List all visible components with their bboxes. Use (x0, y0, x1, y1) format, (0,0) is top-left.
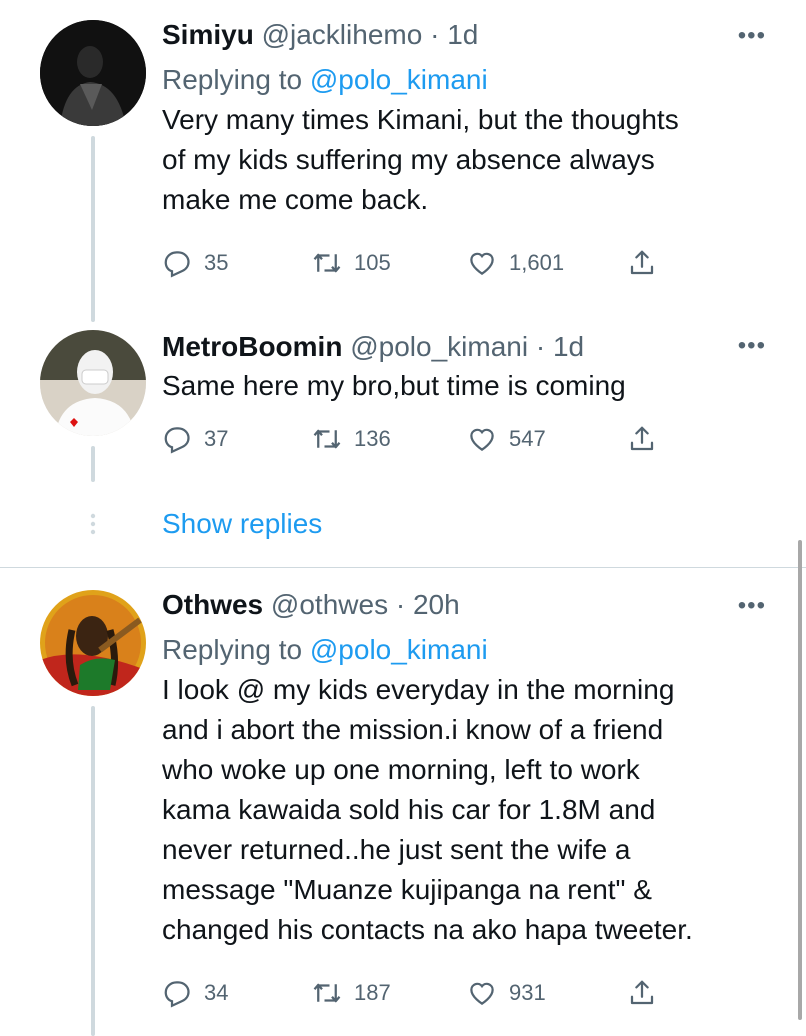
replying-to-link[interactable]: @polo_kimani (310, 64, 488, 95)
thread-line (91, 136, 95, 322)
retweet-icon (313, 429, 341, 449)
tweet-header: Othwes @othwes · 20h (162, 588, 766, 622)
avatar[interactable] (40, 330, 146, 436)
share-icon (630, 250, 654, 275)
timestamp[interactable]: 20h (413, 589, 460, 620)
tweet-metroboomin[interactable]: MetroBoomin @polo_kimani · 1d Same here … (0, 322, 806, 482)
reply-count: 34 (204, 980, 229, 1005)
show-replies-link[interactable]: Show replies (162, 508, 322, 540)
tweet-text: Very many times Kimani, but the thoughts… (162, 100, 766, 220)
like-button[interactable]: 931 (467, 978, 627, 1008)
like-count: 547 (509, 426, 546, 451)
tweet-text-line: I look @ my kids everyday in the morning (162, 674, 675, 705)
tweet-simiyu[interactable]: Simiyu @jacklihemo · 1d Replying to @pol… (0, 0, 806, 322)
tweet-text-line: who woke up one morning, left to work (162, 754, 640, 785)
replying-prefix: Replying to (162, 634, 303, 665)
reply-button[interactable]: 34 (162, 978, 312, 1008)
retweet-button[interactable]: 136 (312, 424, 467, 454)
retweet-icon (313, 253, 341, 273)
avatar[interactable] (40, 20, 146, 126)
tweet-header: Simiyu @jacklihemo · 1d (162, 18, 766, 52)
avatar-image (40, 590, 146, 696)
tweet-text-line: never returned..he just sent the wife a (162, 834, 631, 865)
tweet-text-line: kama kawaida sold his car for 1.8M and (162, 794, 656, 825)
replying-to-link[interactable]: @polo_kimani (310, 634, 488, 665)
more-options-icon[interactable]: ••• (738, 22, 766, 50)
tweet-text: Same here my bro,but time is coming (162, 366, 766, 406)
display-name[interactable]: Simiyu (162, 19, 254, 50)
like-button[interactable]: 547 (467, 424, 627, 454)
user-handle[interactable]: @othwes (271, 589, 388, 620)
like-count: 1,601 (509, 250, 565, 275)
retweet-count: 187 (354, 980, 391, 1005)
tweet-text-line: Very many times Kimani, but the thoughts (162, 104, 679, 135)
timestamp[interactable]: 1d (447, 19, 478, 50)
reply-icon (164, 981, 190, 1008)
more-replies-dots-icon (90, 513, 96, 535)
replying-to: Replying to @polo_kimani (162, 630, 766, 670)
share-button[interactable] (627, 248, 657, 278)
share-icon (630, 426, 654, 451)
separator-dot: · (535, 331, 546, 362)
more-options-icon[interactable]: ••• (738, 332, 766, 360)
heart-icon (470, 982, 494, 1005)
retweet-button[interactable]: 187 (312, 978, 467, 1008)
tweet-text-line: changed his contacts na ako hapa tweeter… (162, 914, 693, 945)
heart-icon (470, 252, 494, 275)
reply-button[interactable]: 37 (162, 424, 312, 454)
timestamp[interactable]: 1d (553, 331, 584, 362)
tweet-text-line: of my kids suffering my absence always (162, 144, 655, 175)
tweet-header: MetroBoomin @polo_kimani · 1d (162, 330, 766, 364)
display-name[interactable]: MetroBoomin (162, 331, 342, 362)
tweet-text-line: make me come back. (162, 184, 429, 215)
retweet-count: 136 (354, 426, 391, 451)
like-count: 931 (509, 980, 546, 1005)
avatar-image (40, 20, 146, 126)
user-handle[interactable]: @polo_kimani (350, 331, 528, 362)
like-button[interactable]: 1,601 (467, 248, 627, 278)
share-icon (630, 980, 654, 1005)
heart-icon (470, 428, 494, 451)
share-button[interactable] (627, 978, 657, 1008)
tweet-text-line: Same here my bro,but time is coming (162, 370, 626, 401)
reply-icon (164, 251, 190, 278)
share-button[interactable] (627, 424, 657, 454)
thread-line (91, 706, 95, 1036)
replying-prefix: Replying to (162, 64, 303, 95)
replying-to: Replying to @polo_kimani (162, 60, 766, 100)
tweet-text-line: message "Muanze kujipanga na rent" & (162, 874, 652, 905)
reply-button[interactable]: 35 (162, 248, 312, 278)
more-options-icon[interactable]: ••• (738, 592, 766, 620)
tweet-text-line: and i abort the mission.i know of a frie… (162, 714, 664, 745)
separator-dot: · (395, 589, 406, 620)
retweet-button[interactable]: 105 (312, 248, 467, 278)
scrollbar[interactable] (798, 540, 802, 1020)
tweet-othwes[interactable]: Othwes @othwes · 20h Replying to @polo_k… (0, 568, 806, 1036)
retweet-count: 105 (354, 250, 391, 275)
reply-icon (164, 427, 190, 454)
tweet-text: I look @ my kids everyday in the morning… (162, 670, 766, 950)
separator-dot: · (430, 19, 440, 50)
retweet-icon (313, 983, 341, 1003)
reply-count: 35 (204, 250, 229, 275)
avatar-image (40, 330, 146, 436)
user-handle[interactable]: @jacklihemo (262, 19, 423, 50)
reply-count: 37 (204, 426, 229, 451)
display-name[interactable]: Othwes (162, 589, 263, 620)
thread-line (91, 446, 95, 482)
avatar[interactable] (40, 590, 146, 696)
